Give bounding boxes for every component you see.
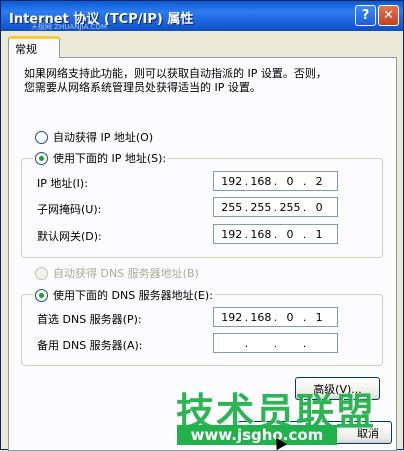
description-line-2: 您需要从网络系统管理员处获得适当的 IP 设置。 bbox=[24, 81, 261, 94]
title-watermark: 天极网 ZHUANJIA.COM bbox=[31, 23, 107, 31]
manual-dns-option[interactable]: 使用下面的 DNS 服务器地址(E): bbox=[33, 287, 215, 303]
pdns-octet-2: 168 bbox=[250, 310, 272, 324]
auto-ip-radio[interactable] bbox=[35, 130, 48, 144]
gw-octet-1: 192 bbox=[221, 227, 243, 241]
close-button[interactable]: ✕ bbox=[378, 5, 399, 26]
alternate-dns-input[interactable]: . . . bbox=[213, 333, 338, 353]
auto-dns-option[interactable]: 自动获得 DNS 服务器地址(B) bbox=[35, 265, 199, 281]
pdns-octet-1: 192 bbox=[221, 310, 243, 324]
dns-server-group bbox=[21, 294, 383, 366]
pdns-octet-4: 1 bbox=[315, 310, 323, 324]
gw-octet-2: 168 bbox=[250, 227, 272, 241]
default-gateway-label: 默认网关(D): bbox=[37, 230, 102, 243]
ip-octet-3: 0 bbox=[286, 174, 294, 188]
default-gateway-input[interactable]: 192. 168. 0. 1 bbox=[213, 224, 338, 244]
help-button[interactable]: ? bbox=[355, 5, 376, 26]
ip-octet-2: 168 bbox=[250, 174, 272, 188]
tab-general[interactable]: 常规 bbox=[8, 36, 60, 58]
auto-ip-option[interactable]: 自动获得 IP 地址(O) bbox=[35, 129, 153, 145]
preferred-dns-label: 首选 DNS 服务器(P): bbox=[37, 313, 142, 326]
brand-url: www.jsgho.com bbox=[177, 425, 337, 445]
tcpip-properties-dialog: Internet 协议 (TCP/IP) 属性 天极网 ZHUANJIA.COM… bbox=[0, 0, 404, 451]
manual-ip-radio[interactable] bbox=[35, 151, 48, 165]
auto-ip-label: 自动获得 IP 地址(O) bbox=[53, 131, 154, 144]
ip-address-input[interactable]: 192. 168. 0. 2 bbox=[213, 171, 338, 191]
subnet-mask-input[interactable]: 255. 255. 255. 0 bbox=[213, 197, 338, 217]
mask-octet-1: 255 bbox=[221, 200, 243, 214]
subnet-mask-label: 子网掩码(U): bbox=[37, 203, 102, 216]
ip-address-label: IP 地址(I): bbox=[37, 177, 88, 190]
mask-octet-4: 0 bbox=[315, 200, 323, 214]
preferred-dns-input[interactable]: 192. 168. 0. 1 bbox=[213, 307, 338, 327]
tab-general-label: 常规 bbox=[15, 43, 37, 56]
pdns-octet-3: 0 bbox=[286, 310, 294, 324]
auto-dns-radio[interactable] bbox=[35, 266, 48, 280]
ip-octet-4: 2 bbox=[315, 174, 323, 188]
mask-octet-3: 255 bbox=[279, 200, 301, 214]
auto-dns-label: 自动获得 DNS 服务器地址(B) bbox=[53, 267, 199, 280]
manual-ip-option[interactable]: 使用下面的 IP 地址(S): bbox=[33, 150, 169, 166]
gw-octet-4: 1 bbox=[315, 227, 323, 241]
description-text: 如果网络支持此功能，则可以获取自动指派的 IP 设置。否则， 您需要从网络系统管… bbox=[24, 67, 384, 95]
mask-octet-2: 255 bbox=[250, 200, 272, 214]
description-line-1: 如果网络支持此功能，则可以获取自动指派的 IP 设置。否则， bbox=[24, 67, 327, 80]
close-icon: ✕ bbox=[383, 8, 394, 23]
title-bar[interactable]: Internet 协议 (TCP/IP) 属性 天极网 ZHUANJIA.COM… bbox=[1, 1, 403, 31]
manual-ip-label: 使用下面的 IP 地址(S): bbox=[53, 152, 167, 165]
help-icon: ? bbox=[361, 8, 370, 23]
manual-dns-radio[interactable] bbox=[35, 288, 48, 302]
ip-octet-1: 192 bbox=[221, 174, 243, 188]
manual-dns-label: 使用下面的 DNS 服务器地址(E): bbox=[53, 289, 213, 302]
alternate-dns-label: 备用 DNS 服务器(A): bbox=[37, 339, 143, 352]
gw-octet-3: 0 bbox=[286, 227, 294, 241]
